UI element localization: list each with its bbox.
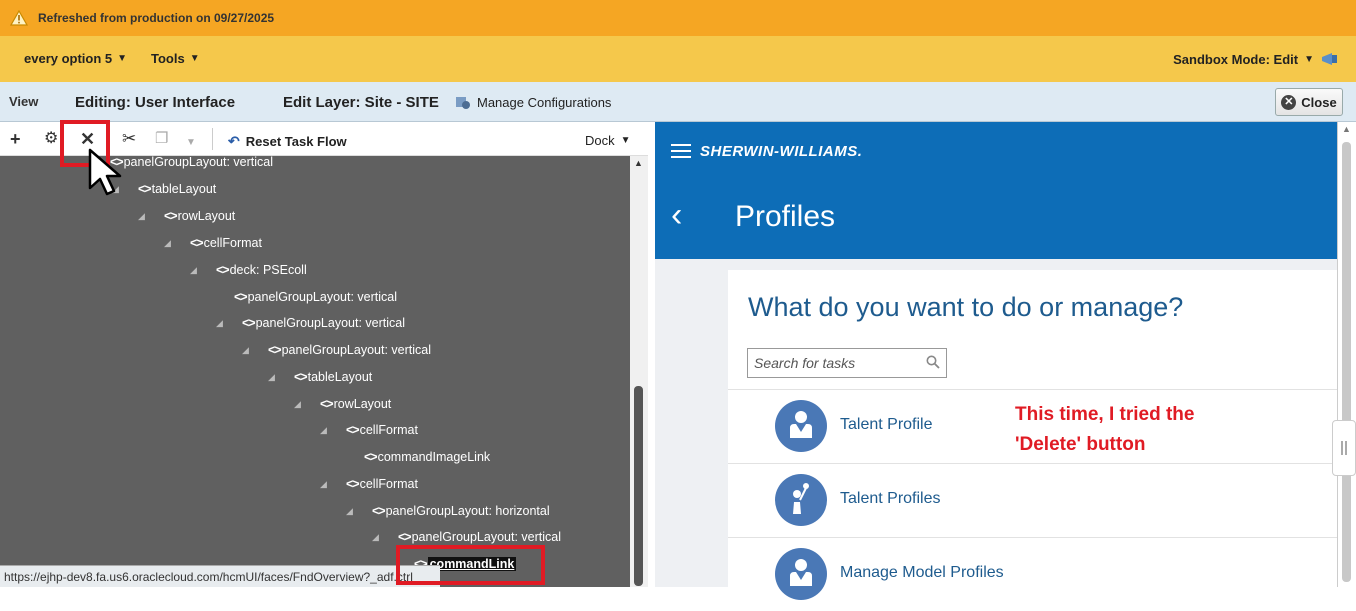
manage-configurations-label: Manage Configurations: [477, 94, 612, 110]
task-label[interactable]: Manage Model Profiles: [840, 564, 1004, 582]
gear-icon[interactable]: ⚙: [44, 130, 58, 148]
task-question: What do you want to do or manage?: [748, 292, 1184, 322]
scrollbar-thumb[interactable]: [634, 386, 643, 586]
page-title: Profiles: [735, 200, 836, 233]
tree-scrollbar[interactable]: ▲: [630, 156, 648, 587]
chevron-down-icon: ▼: [189, 53, 200, 64]
dock-label: Dock: [585, 133, 615, 148]
task-row-talent-profiles[interactable]: Talent Profiles: [728, 463, 1337, 537]
chevron-down-icon: ▼: [117, 53, 128, 64]
reset-task-flow-label: Reset Task Flow: [245, 134, 347, 149]
manage-configurations-icon: [456, 97, 470, 109]
close-icon: ✕: [1281, 94, 1297, 110]
task-label[interactable]: Talent Profile: [840, 416, 933, 434]
commandlink-highlight-box: [396, 545, 545, 585]
tree-node[interactable]: ◢ <> rowLayout: [138, 209, 235, 223]
tree-node[interactable]: ◢ <> panelGroupLayout: vertical: [242, 343, 431, 357]
preview-scrollbar[interactable]: ▲: [1337, 122, 1356, 587]
search-icon[interactable]: [926, 355, 940, 369]
tree-node[interactable]: ◢ <> deck: PSEcoll: [190, 263, 307, 277]
profile-icon: [775, 400, 827, 452]
tools-menu[interactable]: Tools ▼: [151, 51, 200, 66]
talent-icon: [775, 474, 827, 526]
tree-node[interactable]: ◢ <> panelGroupLayout: vertical: [372, 530, 561, 544]
reset-task-flow-button[interactable]: ↶ Reset Task Flow: [228, 133, 347, 150]
manage-configurations-link[interactable]: Manage Configurations: [455, 94, 611, 110]
copy-icon[interactable]: ❐: [155, 130, 168, 148]
undo-icon: ↶: [228, 133, 240, 149]
tree-node[interactable]: <> commandImageLink: [364, 450, 490, 464]
warning-icon: [10, 10, 28, 26]
tree-node[interactable]: ◢ <> panelGroupLayout: horizontal: [346, 504, 550, 518]
tree-node[interactable]: ◢ <> tableLayout: [268, 370, 372, 384]
chevron-down-icon[interactable]: ▼: [186, 134, 196, 152]
tree-node[interactable]: <> panelGroupLayout: vertical: [234, 290, 397, 304]
tree-node[interactable]: ◢ <> cellFormat: [164, 236, 262, 250]
task-label[interactable]: Talent Profiles: [840, 490, 941, 508]
scroll-up-icon[interactable]: ▲: [1342, 124, 1351, 134]
annotation-line-1: This time, I tried the: [1015, 404, 1195, 425]
tree-node[interactable]: ◢ <> cellFormat: [320, 423, 418, 437]
mouse-cursor-icon: [88, 148, 122, 196]
tree-node[interactable]: ◢ <> rowLayout: [294, 397, 391, 411]
search-placeholder: Search for tasks: [754, 355, 856, 371]
chevron-down-icon: ▼: [620, 135, 631, 146]
menu-bar: every option 5 ▼ Tools ▼ Sandbox Mode: E…: [0, 36, 1356, 82]
scroll-up-icon[interactable]: ▲: [634, 158, 643, 168]
view-label[interactable]: View: [9, 94, 38, 109]
edit-bar: View Editing: User Interface Edit Layer:…: [0, 82, 1356, 122]
search-input[interactable]: Search for tasks: [747, 348, 947, 378]
profile-icon: [775, 548, 827, 600]
dock-menu[interactable]: Dock ▼: [585, 133, 631, 148]
warning-text: Refreshed from production on 09/27/2025: [38, 11, 275, 25]
tree-node[interactable]: ◢ <> tableLayout: [112, 182, 216, 196]
annotation-text: This time, I tried the 'Delete' button: [1015, 400, 1194, 460]
editing-label: Editing: User Interface: [75, 94, 236, 111]
edit-layer-label: Edit Layer: Site - SITE: [283, 94, 439, 111]
task-row-manage-model-profiles[interactable]: Manage Model Profiles: [728, 537, 1337, 611]
tree-node[interactable]: <> panelGroupLayout: vertical: [110, 156, 273, 169]
scrollbar-thumb[interactable]: [1342, 142, 1351, 582]
tree-node[interactable]: ◢ <> cellFormat: [320, 477, 418, 491]
component-tree: <> panelGroupLayout: vertical ◢ <> tableLay…: [0, 156, 630, 587]
sandbox-mode-menu[interactable]: Sandbox Mode: Edit ▼: [1173, 36, 1340, 82]
drag-handle[interactable]: [1332, 420, 1356, 476]
megaphone-icon[interactable]: [1320, 51, 1340, 67]
sandbox-label: Sandbox Mode: Edit: [1173, 51, 1299, 67]
close-button[interactable]: ✕ Close: [1275, 88, 1343, 116]
every-option-menu[interactable]: every option 5 ▼: [24, 51, 127, 66]
refresh-warning-bar: Refreshed from production on 09/27/2025: [0, 0, 1356, 36]
cut-icon[interactable]: ✂: [122, 130, 136, 148]
status-url: https://ejhp-dev8.fa.us6.oraclecloud.com…: [4, 569, 413, 584]
hamburger-menu-icon[interactable]: [671, 144, 691, 158]
toolbar-divider: [212, 128, 213, 150]
add-icon[interactable]: +: [10, 130, 21, 148]
annotation-line-2: 'Delete' button: [1015, 434, 1146, 455]
brand-logo: SHERWIN-WILLIAMS.: [700, 143, 863, 160]
tools-label: Tools: [151, 51, 185, 66]
app-preview-panel: SHERWIN-WILLIAMS. ‹ Profiles What do you…: [655, 122, 1356, 600]
chevron-down-icon: ▼: [1304, 53, 1314, 65]
app-header: SHERWIN-WILLIAMS. ‹ Profiles: [655, 122, 1337, 259]
close-label: Close: [1301, 94, 1337, 110]
back-chevron-icon[interactable]: ‹: [671, 196, 682, 235]
status-url-bar: https://ejhp-dev8.fa.us6.oraclecloud.com…: [0, 565, 440, 587]
tree-node[interactable]: ◢ <> panelGroupLayout: vertical: [216, 316, 405, 330]
every-option-label: every option 5: [24, 51, 113, 66]
